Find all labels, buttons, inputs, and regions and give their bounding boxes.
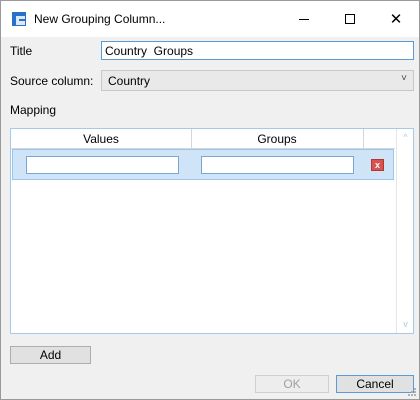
app-icon bbox=[12, 12, 26, 26]
source-column-dropdown[interactable]: Country ˅ bbox=[101, 70, 414, 91]
mapping-grid: Values Groups x ^ v bbox=[10, 128, 414, 334]
source-column-label: Source column: bbox=[10, 74, 94, 88]
mapping-label: Mapping bbox=[10, 103, 57, 117]
title-input[interactable] bbox=[101, 41, 414, 60]
minimize-button[interactable] bbox=[281, 1, 327, 37]
cancel-button[interactable]: Cancel bbox=[336, 375, 414, 393]
scroll-up-icon[interactable]: ^ bbox=[397, 129, 414, 146]
title-bar[interactable]: New Grouping Column... ✕ bbox=[1, 1, 419, 37]
window-title: New Grouping Column... bbox=[34, 12, 166, 26]
source-column-value: Country bbox=[108, 74, 151, 88]
close-icon: ✕ bbox=[389, 11, 403, 28]
mapping-row[interactable]: x bbox=[12, 149, 394, 180]
grid-header: Values Groups bbox=[11, 129, 395, 149]
maximize-icon bbox=[345, 14, 355, 24]
vertical-scrollbar[interactable]: ^ v bbox=[396, 129, 413, 333]
group-input[interactable] bbox=[201, 156, 354, 174]
column-separator[interactable] bbox=[363, 129, 364, 149]
maximize-button[interactable] bbox=[327, 1, 373, 37]
resize-grip-icon[interactable] bbox=[407, 387, 417, 397]
value-input[interactable] bbox=[26, 156, 179, 174]
minimize-icon bbox=[299, 18, 309, 20]
dialog-window: New Grouping Column... ✕ Title Source co… bbox=[0, 0, 420, 400]
column-header-values[interactable]: Values bbox=[11, 132, 191, 146]
scroll-down-icon[interactable]: v bbox=[397, 316, 414, 333]
ok-button[interactable]: OK bbox=[255, 375, 329, 393]
title-label: Title bbox=[10, 44, 33, 58]
add-button[interactable]: Add bbox=[10, 346, 91, 364]
close-button[interactable]: ✕ bbox=[373, 1, 419, 37]
column-header-groups[interactable]: Groups bbox=[191, 132, 363, 146]
delete-row-icon[interactable]: x bbox=[371, 159, 384, 171]
chevron-down-icon: ˅ bbox=[401, 73, 407, 84]
